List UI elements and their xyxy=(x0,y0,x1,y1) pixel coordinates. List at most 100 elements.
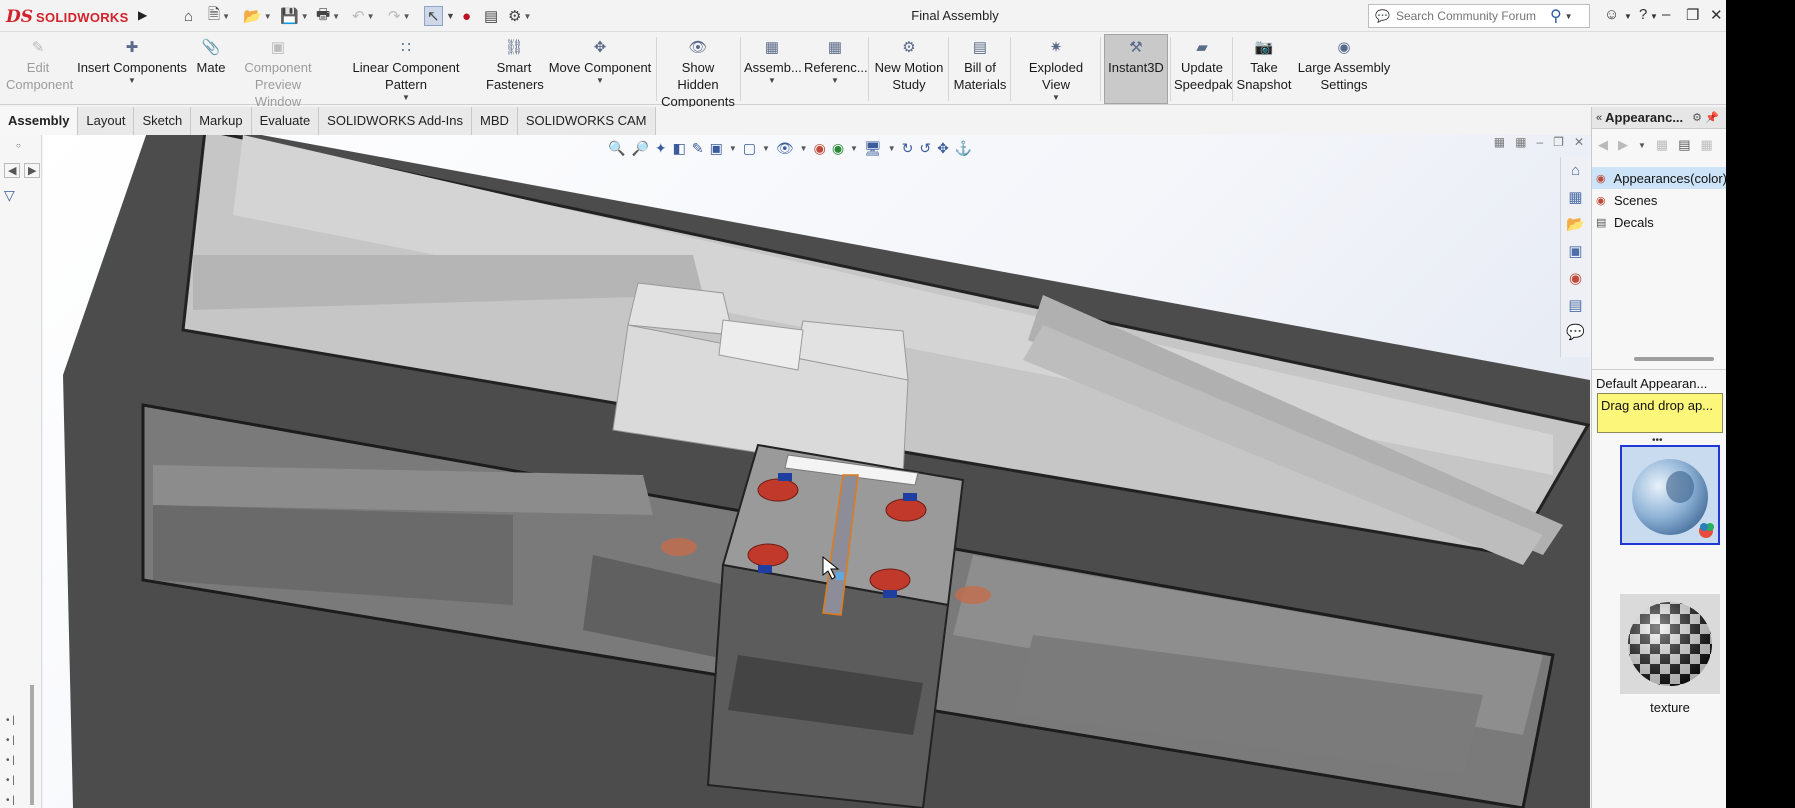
undo-icon[interactable]: ↶ ▼ xyxy=(352,6,375,26)
display-style-dropdown-icon[interactable]: ▼ xyxy=(762,144,770,153)
viewport-close-icon[interactable]: ✕ xyxy=(1574,135,1584,149)
options-gear-icon[interactable]: ⚙ ▼ xyxy=(508,6,531,26)
pin-icon[interactable]: 📌 xyxy=(1705,111,1719,124)
linear-component-pattern-button[interactable]: ∷ Linear Component Pattern ▼ xyxy=(330,39,482,103)
wheel-component-faded[interactable] xyxy=(661,538,697,556)
pane-splitter-handle[interactable] xyxy=(1634,357,1714,361)
insert-components-dropdown-icon[interactable]: ▼ xyxy=(76,76,188,86)
home-icon[interactable]: ⌂ xyxy=(184,6,193,26)
wheel-component[interactable] xyxy=(885,498,927,522)
tab-layout[interactable]: Layout xyxy=(78,107,135,135)
appearance-swatch-selected[interactable] xyxy=(1620,445,1720,545)
tab-assembly[interactable]: Assembly xyxy=(0,107,79,135)
solidworks-logo[interactable]: DS SOLIDWORKS xyxy=(6,5,134,29)
assembly-model-render[interactable] xyxy=(43,135,1590,808)
dynamic-annotation-icon[interactable]: ✎ xyxy=(692,140,704,157)
zoom-to-fit-icon[interactable]: 🔍 xyxy=(608,140,625,157)
view-orientation-dropdown-icon[interactable]: ▼ xyxy=(729,144,737,153)
minimize-icon[interactable]: – xyxy=(1662,6,1670,23)
save-icon[interactable]: 💾 ▼ xyxy=(280,6,309,26)
roll-view-icon[interactable]: ↺ xyxy=(919,140,931,157)
wheel-component-faded[interactable] xyxy=(955,586,991,604)
rotate-view-icon[interactable]: ↻ xyxy=(902,140,914,157)
open-icon[interactable]: 📂 ▼ xyxy=(243,6,272,26)
viewport-minimize-icon[interactable]: – xyxy=(1536,135,1543,149)
pan-view-icon[interactable]: ✥ xyxy=(937,140,949,157)
show-hidden-components-button[interactable]: 👁 Show Hidden Components xyxy=(660,39,736,110)
forum-icon[interactable]: 💬 xyxy=(1561,319,1590,346)
tab-solidworks-cam[interactable]: SOLIDWORKS CAM xyxy=(517,107,656,135)
file-explorer-icon[interactable]: 📂 xyxy=(1561,211,1590,238)
task-pane-options-icon[interactable]: ⚙ xyxy=(1692,111,1702,124)
scroll-right-icon[interactable]: ▶ xyxy=(24,163,41,178)
apply-scene-dropdown-icon[interactable]: ▼ xyxy=(850,144,858,153)
select-dropdown-icon[interactable]: ▼ xyxy=(446,6,455,26)
large-assembly-settings-button[interactable]: ◉ Large Assembly Settings xyxy=(1296,39,1392,93)
tab-markup[interactable]: Markup xyxy=(191,107,252,135)
viewport-restore-icon[interactable]: ❐ xyxy=(1553,135,1564,149)
assembly-features-dropdown-icon[interactable]: ▼ xyxy=(744,76,800,86)
exploded-view-dropdown-icon[interactable]: ▼ xyxy=(1014,93,1098,103)
wheel-component[interactable] xyxy=(747,543,789,567)
rebuild-icon[interactable]: ● xyxy=(462,6,471,26)
filter-icon[interactable]: ▽ xyxy=(4,187,15,204)
appearances-scenes-icon[interactable]: ◉ xyxy=(1561,265,1590,292)
linear-pattern-dropdown-icon[interactable]: ▼ xyxy=(330,93,482,103)
mate-button[interactable]: 📎 Mate xyxy=(191,39,231,76)
view-settings-icon[interactable]: 🖥 xyxy=(864,140,882,157)
search-dropdown-icon[interactable]: ▼ xyxy=(1565,12,1573,21)
tab-mbd[interactable]: MBD xyxy=(472,107,518,135)
wheel-component[interactable] xyxy=(757,478,799,502)
anchor-icon[interactable]: ⚓ xyxy=(955,140,972,157)
reference-geometry-dropdown-icon[interactable]: ▼ xyxy=(804,76,866,86)
search-icon[interactable]: ⚲ xyxy=(1550,6,1562,26)
print-icon[interactable]: 🖶 ▼ xyxy=(316,6,340,26)
new-document-icon[interactable]: 🗎 ▼ xyxy=(208,6,230,26)
component-preview-window-button[interactable]: ▣ Component Preview Window xyxy=(240,39,316,110)
instant3d-button[interactable]: ⚒ Instant3D xyxy=(1104,34,1168,104)
viewport-tile-icon[interactable]: ▦ xyxy=(1494,135,1505,149)
menu-expand-icon[interactable]: ▶ xyxy=(138,8,147,22)
assembly-features-button[interactable]: ▦ Assemb... ▼ xyxy=(744,39,802,86)
viewport-tile2-icon[interactable]: ▦ xyxy=(1515,135,1526,149)
collapse-chevron-icon[interactable]: « xyxy=(1596,112,1602,124)
history-dropdown-icon[interactable]: ▼ xyxy=(1638,141,1646,153)
move-component-button[interactable]: ✥ Move Component ▼ xyxy=(546,39,654,86)
smart-fasteners-button[interactable]: ⛓ Smart Fasteners xyxy=(486,39,544,93)
user-dropdown-icon[interactable]: ▼ xyxy=(1624,12,1632,21)
hide-show-dropdown-icon[interactable]: ▼ xyxy=(800,144,808,153)
take-snapshot-button[interactable]: 📷 Take Snapshot xyxy=(1236,39,1292,93)
close-icon[interactable]: ✕ xyxy=(1710,6,1723,24)
previous-view-icon[interactable]: ✦ xyxy=(655,140,667,157)
restore-icon[interactable]: ❐ xyxy=(1686,6,1699,24)
edit-appearance-icon[interactable]: ◉ xyxy=(814,140,826,157)
select-icon[interactable]: ↖ xyxy=(424,6,443,26)
view-orientation-icon[interactable]: ▣ xyxy=(710,140,723,157)
hide-show-items-icon[interactable]: 👁 xyxy=(776,140,794,157)
more-icon[interactable]: ▦ xyxy=(1701,137,1713,153)
redo-icon[interactable]: ↷ ▼ xyxy=(388,6,411,26)
tree-item-scenes[interactable]: ◉ Scenes xyxy=(1592,189,1726,211)
wheel-component[interactable] xyxy=(869,568,911,592)
bill-of-materials-button[interactable]: ▤ Bill of Materials xyxy=(952,39,1008,93)
forward-icon[interactable]: ▶ xyxy=(1618,137,1628,153)
back-icon[interactable]: ◀ xyxy=(1598,137,1608,153)
update-speedpak-button[interactable]: ▰ Update Speedpak xyxy=(1174,39,1233,93)
section-view-icon[interactable]: ◧ xyxy=(673,140,686,157)
scroll-left-icon[interactable]: ◀ xyxy=(4,163,21,178)
reference-geometry-button[interactable]: ▦ Referenc... ▼ xyxy=(804,39,868,86)
custom-properties-icon[interactable]: ▤ xyxy=(1561,292,1590,319)
exploded-view-button[interactable]: ✷ Exploded View ▼ xyxy=(1014,39,1098,103)
display-style-icon[interactable]: ▢ xyxy=(743,140,756,157)
tree-item-appearances[interactable]: ◉ Appearances(color) xyxy=(1592,167,1726,189)
new-motion-study-button[interactable]: ⚙ New Motion Study xyxy=(872,39,946,93)
apply-scene-icon[interactable]: ◉ xyxy=(832,140,844,157)
help-icon[interactable]: ? xyxy=(1639,6,1647,23)
view-palette-icon[interactable]: ▣ xyxy=(1561,238,1590,265)
tree-item-decals[interactable]: ▤ Decals xyxy=(1592,211,1726,233)
solidworks-resources-icon[interactable]: ⌂ xyxy=(1561,157,1590,184)
tab-evaluate[interactable]: Evaluate xyxy=(251,107,320,135)
tab-solidworks-addins[interactable]: SOLIDWORKS Add-Ins xyxy=(319,107,472,135)
move-component-dropdown-icon[interactable]: ▼ xyxy=(546,76,654,86)
help-dropdown-icon[interactable]: ▼ xyxy=(1650,12,1658,21)
